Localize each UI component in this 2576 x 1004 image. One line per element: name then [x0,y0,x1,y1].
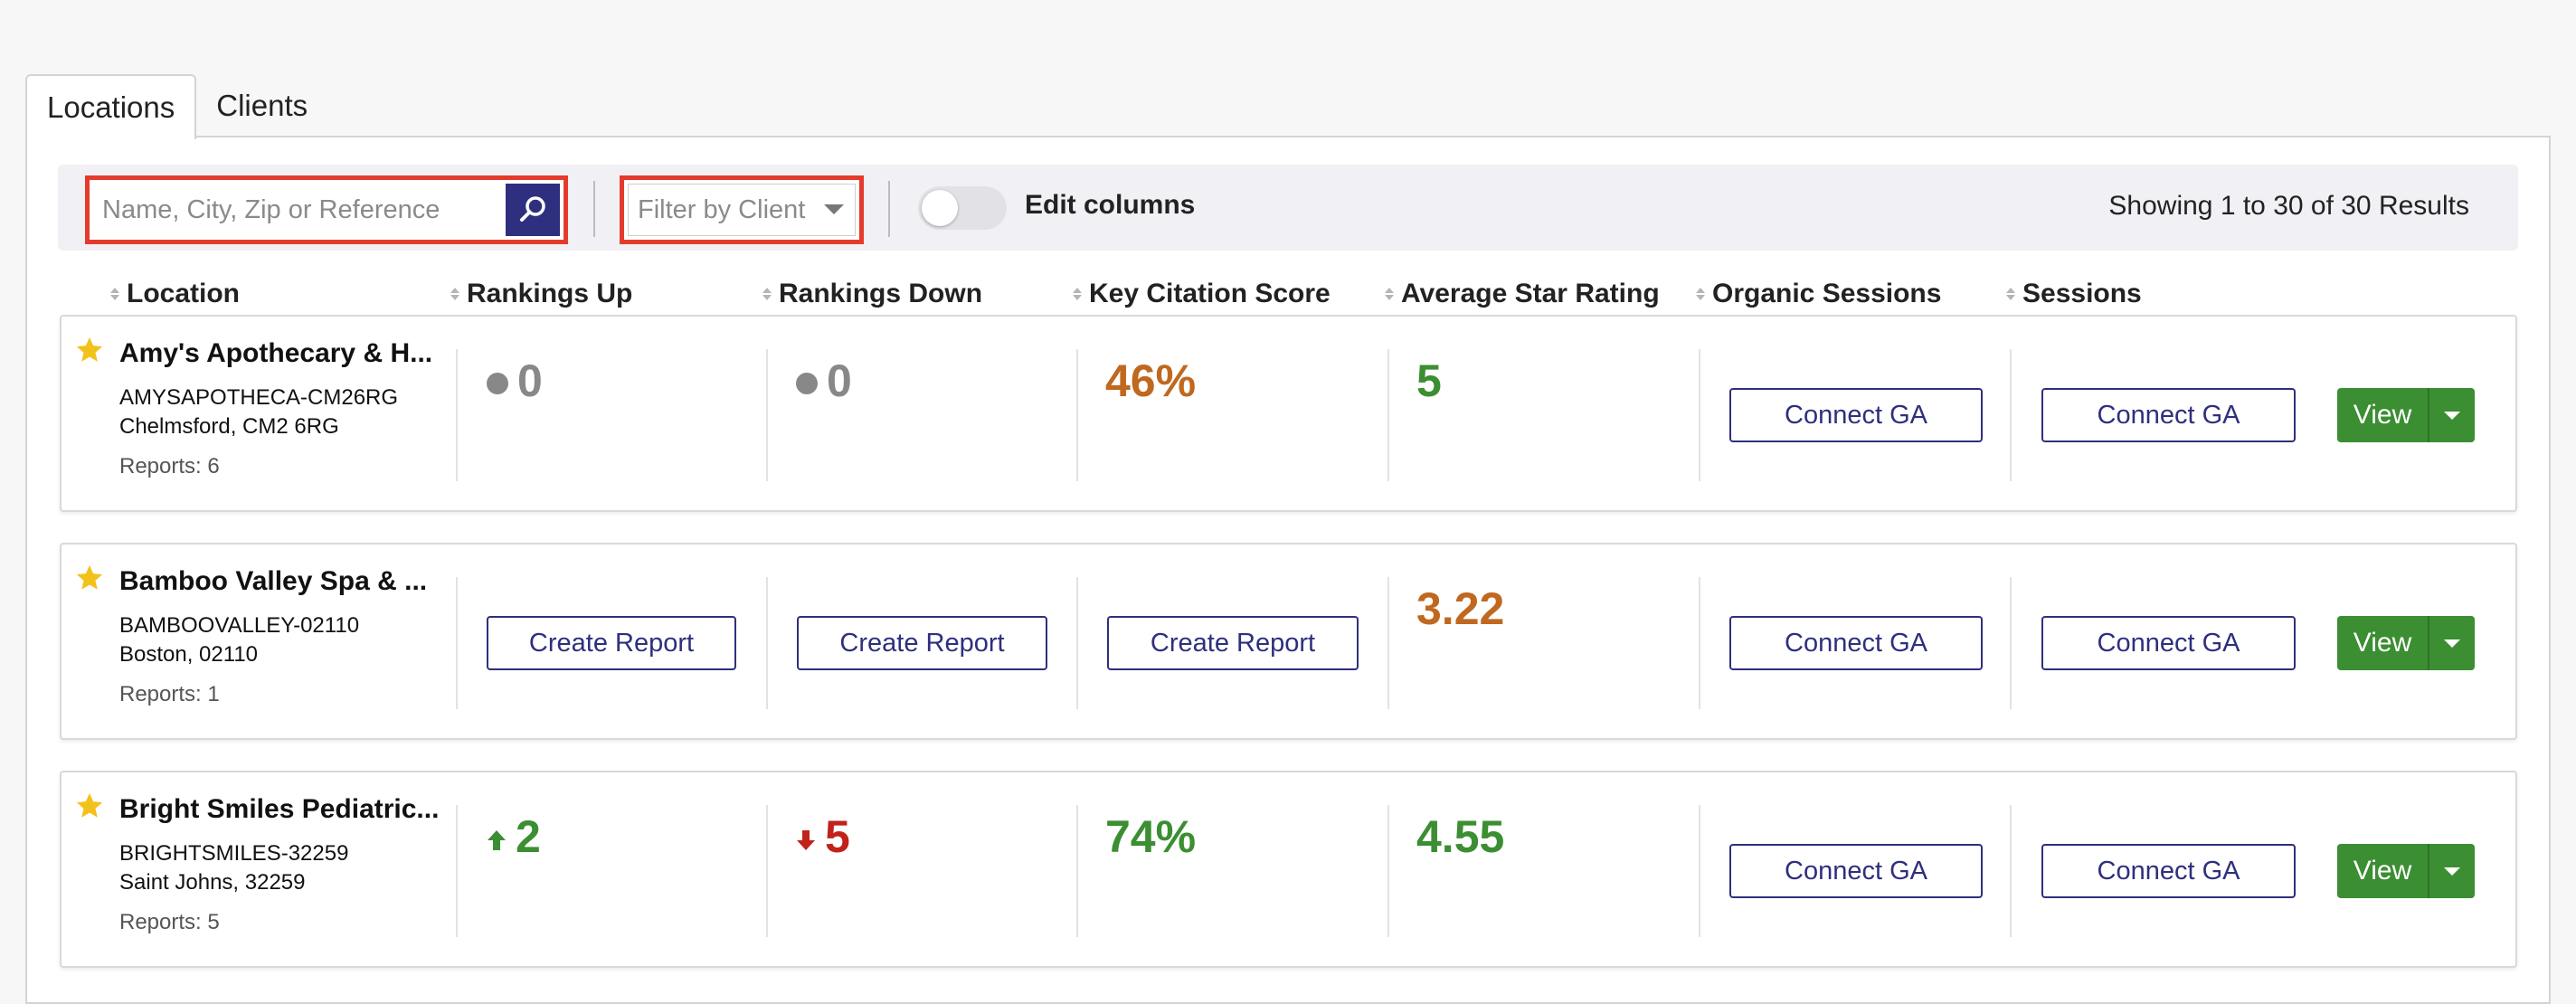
column-header-label: Rankings Down [779,279,983,308]
location-row: Bright Smiles Pediatric... BRIGHTSMILES-… [60,771,2517,968]
create-report-button[interactable]: Create Report [487,616,736,670]
sort-icon [762,288,772,300]
avg-star-value: 4.55 [1416,811,1505,862]
chevron-down-icon [824,204,844,214]
client-filter-box: Filter by Client [620,175,864,244]
column-header-label: Sessions [2022,279,2142,308]
key-citation-value: 74% [1105,811,1197,862]
view-options-button[interactable] [2428,616,2475,670]
location-row: Amy's Apothecary & H... AMYSAPOTHECA-CM2… [60,315,2517,512]
sort-icon [2006,288,2015,300]
star-icon[interactable] [74,791,105,821]
location-reference: AMYSAPOTHECA-CM26RG [119,385,399,410]
column-header-rankings-up[interactable]: Rankings Up [450,279,632,309]
connect-ga-button[interactable]: Connect GA [1729,616,1983,670]
column-header-sessions[interactable]: Sessions [2006,279,2142,309]
edit-columns-toggle[interactable] [918,186,1007,230]
column-header-organic-sessions[interactable]: Organic Sessions [1696,279,1941,309]
location-reports: Reports: 6 [119,454,220,478]
sessions-cell [2010,349,2013,481]
column-header-label: Rankings Up [467,279,633,308]
column-header-average-star-rating[interactable]: Average Star Rating [1385,279,1660,309]
view-button[interactable]: View [2337,388,2428,442]
search-button[interactable] [506,184,560,236]
connect-ga-button[interactable]: Connect GA [2041,844,2296,898]
chevron-down-icon [2444,411,2460,420]
location-city: Chelmsford, CM2 6RG [119,414,339,439]
chevron-down-icon [2444,639,2460,648]
location-reference: BAMBOOVALLEY-02110 [119,613,360,638]
location-reports: Reports: 1 [119,682,220,706]
connect-ga-button[interactable]: Connect GA [2041,616,2296,670]
star-icon[interactable] [74,563,105,593]
rankings-up-number: 0 [517,355,543,406]
sort-icon [1696,288,1705,300]
view-button-group: View [2337,388,2475,442]
rankings-up-value: 0 [487,355,543,407]
column-header-label: Location [127,279,240,308]
tab-bar: Locations Clients [25,74,327,139]
column-header-label: Average Star Rating [1401,279,1660,308]
view-button-group: View [2337,844,2475,898]
location-row: Bamboo Valley Spa & ... BAMBOOVALLEY-021… [60,543,2517,740]
sessions-cell [2010,805,2013,937]
sort-icon [1073,288,1082,300]
location-reports: Reports: 5 [119,910,220,934]
create-report-button[interactable]: Create Report [1107,616,1359,670]
neutral-dot-icon [796,373,818,394]
connect-ga-button[interactable]: Connect GA [2041,388,2296,442]
arrow-down-icon [797,830,815,850]
rankings-up-number: 2 [516,811,541,862]
sort-icon [110,288,119,300]
client-filter-select[interactable]: Filter by Client [628,184,856,236]
rankings-down-number: 0 [827,355,852,406]
key-citation-value: 46% [1105,355,1197,406]
toolbar-divider [593,181,595,237]
rankings-down-number: 5 [825,811,850,862]
sort-icon [1385,288,1394,300]
search-input[interactable] [93,184,520,236]
chevron-down-icon [2444,867,2460,876]
location-name[interactable]: Amy's Apothecary & H... [119,338,432,369]
sessions-cell [2010,577,2013,709]
tab-locations[interactable]: Locations [25,74,197,139]
tab-clients[interactable]: Clients [196,74,327,137]
toggle-knob [922,190,958,226]
view-button[interactable]: View [2337,844,2428,898]
rankings-down-value: 5 [796,810,850,863]
column-header-label: Key Citation Score [1089,279,1331,308]
neutral-dot-icon [487,373,508,394]
results-count: Showing 1 to 30 of 30 Results [2108,191,2469,221]
view-options-button[interactable] [2428,844,2475,898]
star-icon[interactable] [74,335,105,365]
view-button-group: View [2337,616,2475,670]
column-header-label: Organic Sessions [1712,279,1942,308]
location-city: Saint Johns, 32259 [119,870,306,895]
column-header-location[interactable]: Location [110,279,240,309]
connect-ga-button[interactable]: Connect GA [1729,388,1983,442]
rankings-up-value: 2 [487,810,541,863]
rankings-down-value: 0 [796,355,852,407]
location-name[interactable]: Bright Smiles Pediatric... [119,794,439,825]
location-reference: BRIGHTSMILES-32259 [119,841,349,866]
toolbar-divider [888,181,890,237]
column-header-rankings-down[interactable]: Rankings Down [762,279,982,309]
connect-ga-button[interactable]: Connect GA [1729,844,1983,898]
location-name[interactable]: Bamboo Valley Spa & ... [119,566,427,597]
edit-columns-label: Edit columns [1025,190,1196,220]
create-report-button[interactable]: Create Report [797,616,1047,670]
sort-icon [450,288,459,300]
search-box [85,175,568,244]
column-header-key-citation-score[interactable]: Key Citation Score [1073,279,1331,309]
view-button[interactable]: View [2337,616,2428,670]
avg-star-value: 3.22 [1416,583,1505,634]
avg-star-value: 5 [1416,355,1442,406]
client-filter-label: Filter by Client [638,194,806,224]
view-options-button[interactable] [2428,388,2475,442]
search-icon [520,196,545,222]
arrow-up-icon [488,830,506,850]
location-city: Boston, 02110 [119,642,259,667]
